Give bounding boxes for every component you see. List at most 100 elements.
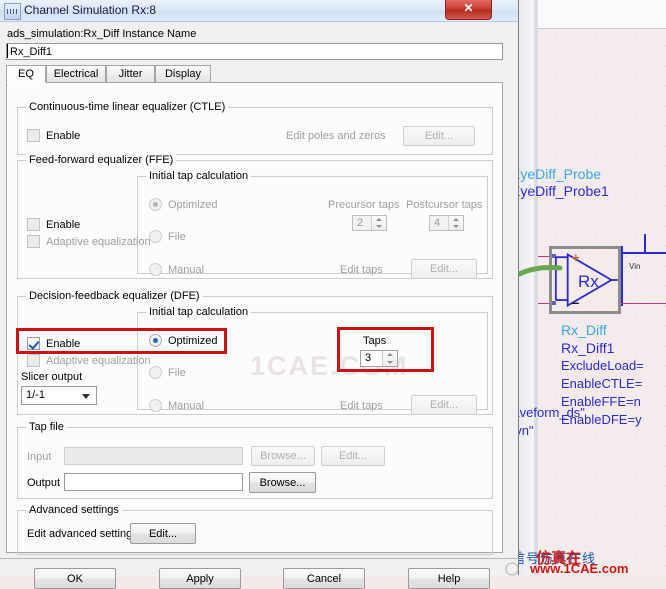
instance-name-label: ads_simulation:Rx_Diff Instance Name — [7, 28, 197, 40]
wire-right-rail — [621, 246, 623, 306]
dfe-option-file-radio[interactable] — [149, 366, 162, 379]
tapfile-input-edit-button[interactable]: Edit... — [321, 446, 385, 466]
chevron-down-icon — [82, 394, 90, 399]
canvas-left-ruler-shadow — [534, 0, 538, 575]
apply-button[interactable]: Apply — [159, 568, 241, 589]
ffe-postcursor-label: Postcursor taps — [406, 199, 483, 211]
dfe-slicer-select[interactable]: 1/-1 — [21, 386, 97, 405]
ctle-enable-checkbox[interactable] — [27, 129, 40, 142]
ctle-group-title: Continuous-time linear equalizer (CTLE) — [26, 101, 229, 113]
ffe-initial-tap-title: Initial tap calculation — [146, 170, 252, 182]
resize-grip-icon[interactable] — [505, 562, 519, 576]
cancel-button[interactable]: Cancel — [283, 568, 365, 589]
dfe-enable-label: Enable — [46, 338, 81, 350]
schematic-component-type: Rx_Diff — [561, 322, 607, 338]
ffe-precursor-value: 2 — [357, 217, 364, 229]
rx-symbol-label: Rx — [578, 272, 599, 291]
dfe-edit-taps-button[interactable]: Edit... — [411, 395, 477, 415]
dfe-option-manual-radio[interactable] — [149, 399, 162, 412]
ctle-edit-poles-label: Edit poles and zeros — [286, 130, 386, 142]
ffe-edit-taps-label: Edit taps — [340, 264, 383, 276]
dfe-taps-arrows-icon[interactable] — [382, 351, 397, 366]
tapfile-input-field[interactable] — [64, 447, 243, 465]
tapfile-output-field[interactable] — [64, 473, 243, 491]
channel-simulation-dialog: Channel Simulation Rx:8 ✕ ads_simulation… — [0, 0, 519, 589]
close-icon[interactable]: ✕ — [445, 0, 492, 20]
schematic-probe-name: EyeDiff_Probe1 — [511, 183, 609, 199]
ffe-precursor-label: Precursor taps — [328, 199, 400, 211]
dfe-taps-label: Taps — [363, 335, 387, 347]
dialog-title: Channel Simulation Rx:8 — [24, 3, 157, 17]
schematic-param-1: EnableCTLE= — [561, 376, 643, 391]
wire-bottom-right — [621, 303, 666, 304]
dfe-option-optimized-radio[interactable] — [149, 334, 162, 347]
dfe-slicer-label: Slicer output — [21, 371, 83, 383]
dfe-adaptive-checkbox[interactable] — [27, 354, 40, 367]
tapfile-output-label: Output — [27, 477, 61, 489]
advanced-settings-label: Edit advanced settings — [27, 528, 138, 540]
dfe-taps-stepper[interactable]: 3 — [360, 350, 398, 367]
ffe-option-optimized-radio[interactable] — [149, 198, 162, 211]
ffe-edit-taps-button[interactable]: Edit... — [411, 259, 477, 279]
dfe-edit-taps-label: Edit taps — [340, 400, 383, 412]
ffe-enable-checkbox[interactable] — [27, 218, 40, 231]
text-caret — [7, 44, 8, 58]
ctle-enable-label: Enable — [46, 130, 81, 142]
dfe-group-title: Decision-feedback equalizer (DFE) — [26, 290, 203, 302]
dialog-body: ads_simulation:Rx_Diff Instance Name Rx_… — [0, 22, 519, 589]
dfe-taps-value: 3 — [365, 352, 372, 364]
schematic-probe-type: EyeDiff_Probe — [511, 166, 602, 182]
footer-divider — [0, 558, 519, 559]
ffe-option-manual-radio[interactable] — [149, 263, 162, 276]
ffe-group-title: Feed-forward equalizer (FFE) — [26, 154, 177, 166]
watermark-url: www.1CAE.com — [530, 561, 629, 576]
tapfile-input-label: Input — [27, 451, 52, 463]
ffe-adaptive-checkbox[interactable] — [27, 235, 40, 248]
tab-electrical[interactable]: Electrical — [46, 65, 106, 83]
help-button[interactable]: Help — [408, 568, 490, 589]
ffe-option-optimized-label: Optimized — [168, 199, 218, 211]
instance-name-input[interactable]: Rx_Diff1 — [6, 43, 503, 60]
plus-terminal-icon: + — [572, 250, 580, 265]
schematic-port-label: Vin — [629, 262, 641, 271]
ffe-option-manual-label: Manual — [168, 264, 205, 276]
ffe-postcursor-value: 4 — [434, 217, 441, 229]
schematic-param-0: ExcludeLoad= — [561, 358, 644, 373]
app-icon — [4, 3, 21, 20]
dfe-enable-checkbox[interactable] — [27, 337, 40, 350]
dfe-adaptive-label: Adaptive equalization — [46, 355, 151, 367]
tapfile-group-title: Tap file — [26, 421, 67, 433]
ffe-enable-label: Enable — [46, 219, 81, 231]
canvas-left-ruler — [520, 0, 535, 575]
site-watermark: m 信号仿真在线 仿真在 www.1CAE.com — [508, 548, 666, 576]
ffe-precursor-stepper[interactable]: 2 — [352, 215, 387, 231]
ok-button[interactable]: OK — [34, 568, 116, 589]
tab-display[interactable]: Display — [155, 65, 211, 83]
ffe-option-file-label: File — [168, 231, 186, 243]
ffe-adaptive-label: Adaptive equalization — [46, 236, 151, 248]
tab-jitter[interactable]: Jitter — [106, 65, 155, 83]
dfe-option-manual-label: Manual — [168, 400, 205, 412]
tab-eq[interactable]: EQ — [6, 65, 46, 83]
tab-bar: EQ Electrical Jitter Display — [6, 65, 503, 83]
tapfile-output-browse-button[interactable]: Browse... — [249, 472, 316, 493]
wire-out-vertical — [644, 234, 646, 254]
schematic-component-name: Rx_Diff1 — [561, 340, 615, 356]
ffe-postcursor-arrows-icon[interactable] — [448, 216, 463, 230]
eq-tab-panel: 1CAE.COM Continuous-time linear equalize… — [6, 82, 503, 555]
minus-terminal-icon: – — [572, 295, 580, 310]
tapfile-input-browse-button[interactable]: Browse... — [251, 446, 315, 466]
advanced-edit-button[interactable]: Edit... — [130, 523, 196, 544]
dfe-slicer-value: 1/-1 — [26, 389, 45, 401]
canvas-top-band — [520, 0, 666, 29]
rx-diff-symbol[interactable]: + – Rx — [549, 246, 621, 314]
ffe-option-file-radio[interactable] — [149, 230, 162, 243]
advanced-group-title: Advanced settings — [26, 504, 122, 516]
dfe-initial-tap-title: Initial tap calculation — [146, 306, 252, 318]
dfe-option-file-label: File — [168, 367, 186, 379]
dfe-option-optimized-label: Optimized — [168, 335, 218, 347]
ffe-postcursor-stepper[interactable]: 4 — [429, 215, 464, 231]
dialog-titlebar[interactable]: Channel Simulation Rx:8 ✕ — [0, 0, 518, 22]
ctle-edit-button[interactable]: Edit... — [403, 126, 475, 146]
ffe-precursor-arrows-icon[interactable] — [371, 216, 386, 230]
